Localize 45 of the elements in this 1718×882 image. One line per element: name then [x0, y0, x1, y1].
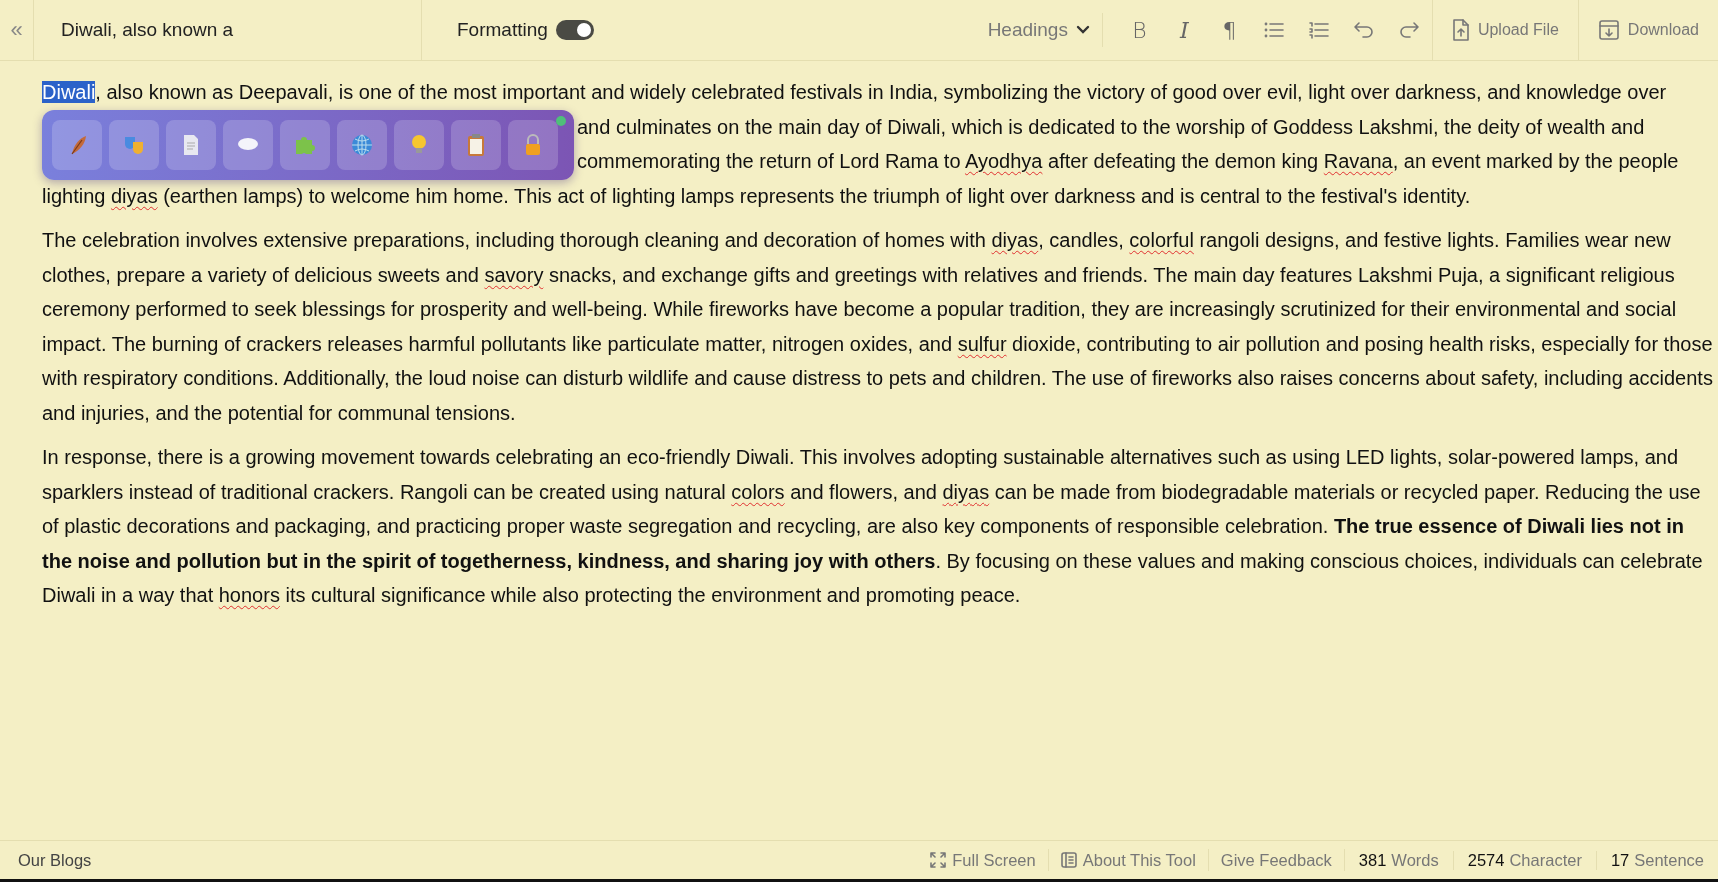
text-line: The celebration involves extensive preparations, including thorough cleaning and decoration of homes with diyas, candles, colorful rangoli designs, and festive lights. Families wear new [42, 228, 1671, 253]
text-line: In response, there is a growing movement towards celebrating an eco-friendly Diwali. This involves adopting sustainable alternatives such as using LED lights, solar-powered lamps, and [42, 445, 1679, 470]
document-title[interactable]: Diwali, also known a [34, 0, 422, 60]
headings-dropdown[interactable]: Headings [987, 13, 1103, 47]
expand-icon [930, 852, 947, 868]
text-line: Diwali in a way that honors its cultural significance while also protecting the environment and promoting peace. [42, 583, 1021, 608]
chevron-down-icon [1075, 25, 1090, 35]
text-line: ceremony performed to seek blessings for prosperity and well-being. While fireworks have become a popular tradition, they are increasingly scrutinized for their environmental and social [42, 297, 1677, 322]
upload-file-button[interactable]: Upload File [1431, 0, 1578, 60]
text-line: lighting diyas (earthen lamps) to welcome him home. This act of lighting lamps represents the triumph of light over darkness and is central to the festival's identity. [42, 183, 1471, 209]
count-unit: Sentence [1634, 850, 1704, 870]
text-line: of plastic decorations and packaging, and practicing proper waste segregation and recycling, are also key components of responsible celebration. The true essence of Diwali lies not in [42, 514, 1684, 539]
text-line: the noise and pollution but in the spirit of togetherness, kindness, and sharing joy with others. By focusing on these values and making conscious choices, individuals can celebrate [42, 548, 1703, 574]
bold-button[interactable]: B [1116, 13, 1162, 47]
status-link[interactable]: Full Screen [918, 849, 1049, 871]
redo-icon[interactable] [1398, 20, 1421, 40]
text-line: impact. The burning of crackers releases harmful pollutants like particulate matter, nitrogen oxides, and sulfur dioxide, contributing to air pollution and posing health risks, especially for those [42, 331, 1713, 357]
globe-icon[interactable] [349, 132, 375, 158]
count-number: 17 [1610, 850, 1630, 870]
italic-button[interactable]: I [1161, 13, 1207, 47]
download-icon [1597, 19, 1620, 41]
paragraph-button[interactable]: ¶ [1206, 13, 1252, 47]
status-link[interactable]: Give Feedback [1208, 849, 1345, 871]
text-line: with respiratory conditions. Additionally, the loud noise can disturb wildlife and cause distress to pets and children. The use of fireworks also raises concerns about safety, including accidents [42, 366, 1713, 391]
bullet-list-icon[interactable] [1263, 20, 1286, 40]
numbered-list-icon[interactable] [1308, 20, 1331, 40]
text-line: Diwali, also known as Deepavali, is one of the most important and widely celebrated festivals in India, symbolizing the victory of good over evil, light over darkness, and knowledge over [42, 80, 1667, 105]
count-unit: Character [1509, 850, 1582, 870]
formatting-toggle[interactable] [555, 20, 594, 40]
text-line: clothes, prepare a variety of delicious sweets and savory snacks, and exchange gifts and greetings with relatives and friends. The main day features Lakshmi Puja, a significant religious [42, 262, 1675, 288]
book-icon [1060, 852, 1077, 868]
count-number: 381 [1358, 850, 1387, 870]
count-unit: Words [1391, 850, 1439, 870]
text-line: and injuries, and the potential for communal tensions. [42, 400, 516, 426]
our-blogs-link[interactable]: Our Blogs [18, 850, 92, 870]
status-link[interactable]: About This Tool [1048, 849, 1209, 871]
undo-icon[interactable] [1353, 20, 1376, 40]
text-line: commemorating the return of Lord Rama to Ayodhya after defeating the demon king Ravana, an event marked by the people [577, 149, 1679, 174]
file-upload-icon [1451, 19, 1470, 41]
text-line: and culminates on the main day of Diwali, which is dedicated to the worship of Goddess Lakshmi, the deity of wealth and [577, 114, 1645, 140]
count-number: 2574 [1467, 850, 1505, 870]
formatting-label: Formatting [457, 19, 548, 41]
collapse-button[interactable]: « [0, 0, 34, 60]
download-button[interactable]: Download [1577, 0, 1718, 60]
text-line: sparklers instead of traditional crackers. Rangoli can be created using natural colors and flowers, and diyas can be made from biodegradable materials or recycled paper. Reducing the use [42, 479, 1701, 505]
